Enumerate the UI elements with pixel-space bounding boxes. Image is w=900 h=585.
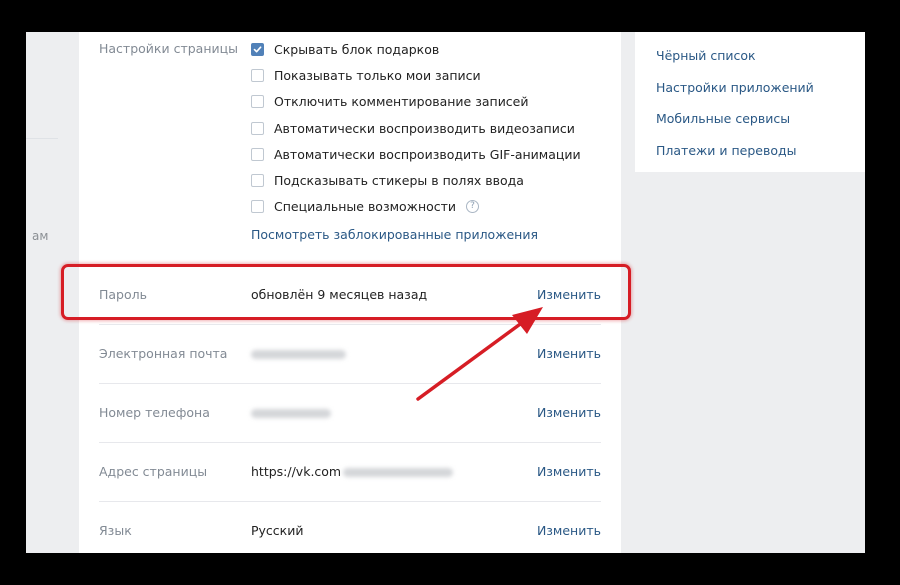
option-label: Автоматически воспроизводить видеозаписи [274, 120, 575, 136]
settings-card: Настройки страницы Скрывать блок подарко… [79, 32, 621, 553]
email-value-blurred [251, 346, 346, 361]
address-value: https://vk.com [251, 464, 454, 479]
option-label: Отключить комментирование записей [274, 93, 529, 109]
blurred-text [251, 409, 331, 418]
language-row: Язык Русский Изменить [99, 501, 601, 553]
sidebar-cropped-text: ам [32, 229, 49, 243]
address-row: Адрес страницы https://vk.com Изменить [99, 442, 601, 502]
email-label: Электронная почта [99, 346, 228, 361]
change-language-link[interactable]: Изменить [537, 523, 601, 538]
address-prefix: https://vk.com [251, 464, 342, 479]
vk-settings-screen: ам Настройки страницы Скрывать блок пода… [26, 32, 865, 553]
phone-value-blurred [251, 405, 331, 420]
language-label: Язык [99, 523, 132, 538]
option-label: Скрывать блок подарков [274, 41, 440, 57]
help-icon[interactable]: ? [466, 199, 480, 213]
checkbox[interactable] [251, 199, 264, 213]
checkbox[interactable] [251, 173, 264, 187]
option-show-only-my-posts[interactable]: Показывать только мои записи [251, 66, 481, 84]
change-address-link[interactable]: Изменить [537, 464, 601, 479]
side-menu-payments[interactable]: Платежи и переводы [656, 143, 797, 158]
address-label: Адрес страницы [99, 464, 208, 479]
sidebar-divider [26, 138, 58, 139]
phone-label: Номер телефона [99, 405, 210, 420]
option-disable-comments[interactable]: Отключить комментирование записей [251, 92, 529, 110]
option-autoplay-video[interactable]: Автоматически воспроизводить видеозаписи [251, 119, 575, 137]
blocked-apps-link[interactable]: Посмотреть заблокированные приложения [251, 227, 538, 242]
page-settings-label: Настройки страницы [99, 41, 238, 56]
password-value: обновлён 9 месяцев назад [251, 287, 428, 302]
option-accessibility[interactable]: Специальные возможности ? [251, 197, 480, 215]
side-menu-mobile-services[interactable]: Мобильные сервисы [656, 111, 790, 126]
side-menu-blacklist[interactable]: Чёрный список [656, 48, 756, 63]
option-suggest-stickers[interactable]: Подсказывать стикеры в полях ввода [251, 171, 524, 189]
email-row: Электронная почта Изменить [99, 324, 601, 384]
checkbox[interactable] [251, 147, 264, 161]
checkbox[interactable] [251, 68, 264, 82]
option-label: Показывать только мои записи [274, 67, 481, 83]
option-label: Подсказывать стикеры в полях ввода [274, 172, 524, 188]
blurred-text [343, 468, 454, 477]
option-hide-gifts[interactable]: Скрывать блок подарков [251, 40, 439, 58]
change-phone-link[interactable]: Изменить [537, 405, 601, 420]
password-row: Пароль обновлён 9 месяцев назад Изменить [99, 265, 601, 325]
password-label: Пароль [99, 287, 147, 302]
checkbox-checked[interactable] [251, 42, 264, 56]
checkmark-icon [253, 45, 262, 52]
option-label: Автоматически воспроизводить GIF-анимаци… [274, 146, 581, 162]
blurred-text [251, 350, 346, 359]
checkbox[interactable] [251, 121, 264, 135]
side-menu: Чёрный список Настройки приложений Мобил… [635, 32, 865, 172]
option-label: Специальные возможности [274, 198, 457, 214]
change-email-link[interactable]: Изменить [537, 346, 601, 361]
option-autoplay-gif[interactable]: Автоматически воспроизводить GIF-анимаци… [251, 145, 581, 163]
change-password-link[interactable]: Изменить [537, 287, 601, 302]
phone-row: Номер телефона Изменить [99, 383, 601, 443]
language-value: Русский [251, 523, 304, 538]
checkbox[interactable] [251, 94, 264, 108]
side-menu-app-settings[interactable]: Настройки приложений [656, 80, 814, 95]
